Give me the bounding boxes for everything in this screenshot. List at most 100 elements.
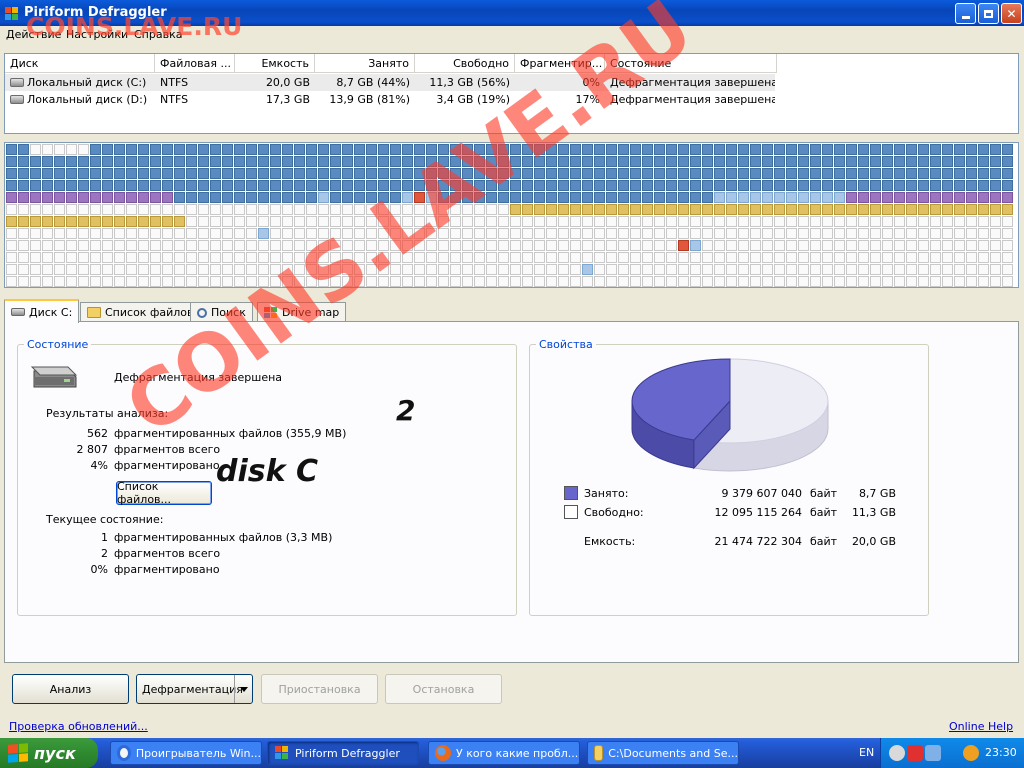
map-block bbox=[114, 216, 125, 227]
map-block bbox=[138, 252, 149, 263]
map-block bbox=[1002, 228, 1013, 239]
map-block bbox=[726, 144, 737, 155]
map-block bbox=[90, 204, 101, 215]
map-block bbox=[738, 252, 749, 263]
map-block bbox=[162, 252, 173, 263]
col-filesystem[interactable]: Файловая ... bbox=[155, 54, 235, 73]
map-block bbox=[978, 192, 989, 203]
task-label: C:\Documents and Se... bbox=[608, 746, 738, 760]
map-block bbox=[102, 276, 113, 287]
map-block bbox=[30, 180, 41, 191]
map-block bbox=[234, 240, 245, 251]
close-button[interactable]: ✕ bbox=[1001, 3, 1022, 24]
map-block bbox=[606, 240, 617, 251]
drive-row-d[interactable]: Локальный диск (D:) NTFS 17,3 GB 13,9 GB… bbox=[5, 91, 775, 108]
map-block bbox=[78, 204, 89, 215]
map-block bbox=[246, 180, 257, 191]
online-help-link[interactable]: Online Help bbox=[949, 720, 1013, 733]
col-disk[interactable]: Диск bbox=[5, 54, 155, 73]
antivirus-icon[interactable] bbox=[907, 745, 923, 761]
defrag-button[interactable]: Дефрагментация bbox=[136, 674, 253, 704]
tab-label: Список файлов bbox=[105, 306, 194, 319]
map-block bbox=[654, 180, 665, 191]
map-block bbox=[150, 168, 161, 179]
map-block bbox=[750, 180, 761, 191]
file-list-button[interactable]: Список файлов... bbox=[116, 480, 212, 506]
task-defraggler[interactable]: Piriform Defraggler bbox=[267, 741, 419, 765]
map-block bbox=[546, 228, 557, 239]
check-updates-link[interactable]: Проверка обновлений... bbox=[9, 720, 148, 733]
map-block bbox=[882, 228, 893, 239]
map-block bbox=[774, 276, 785, 287]
map-block bbox=[1002, 264, 1013, 275]
map-block bbox=[114, 252, 125, 263]
map-block bbox=[846, 204, 857, 215]
map-block bbox=[894, 216, 905, 227]
map-block bbox=[846, 240, 857, 251]
tab-file-list[interactable]: Список файлов bbox=[80, 302, 201, 322]
map-block bbox=[546, 192, 557, 203]
map-block bbox=[846, 264, 857, 275]
map-block bbox=[918, 168, 929, 179]
start-button[interactable]: пуск bbox=[0, 738, 98, 768]
map-block bbox=[354, 156, 365, 167]
map-block bbox=[918, 204, 929, 215]
map-block bbox=[234, 168, 245, 179]
col-free[interactable]: Свободно bbox=[415, 54, 515, 73]
col-capacity[interactable]: Емкость bbox=[235, 54, 315, 73]
analysis-value: 562 bbox=[87, 427, 108, 440]
map-block bbox=[54, 156, 65, 167]
map-block bbox=[666, 216, 677, 227]
map-block bbox=[150, 192, 161, 203]
map-block bbox=[762, 252, 773, 263]
map-block bbox=[522, 252, 533, 263]
maximize-button[interactable] bbox=[978, 3, 999, 24]
map-block bbox=[762, 216, 773, 227]
map-block bbox=[930, 144, 941, 155]
map-block bbox=[198, 168, 209, 179]
map-block bbox=[594, 276, 605, 287]
task-media-player[interactable]: Проигрыватель Win... bbox=[110, 741, 262, 765]
map-block bbox=[30, 144, 41, 155]
task-explorer[interactable]: C:\Documents and Se... bbox=[587, 741, 739, 765]
map-block bbox=[6, 156, 17, 167]
map-block bbox=[102, 180, 113, 191]
task-firefox[interactable]: У кого какие пробл... bbox=[428, 741, 580, 765]
pause-button[interactable]: Приостановка bbox=[261, 674, 378, 704]
map-block bbox=[642, 228, 653, 239]
back-arrow-icon[interactable] bbox=[889, 745, 905, 761]
map-block bbox=[714, 228, 725, 239]
map-block bbox=[714, 204, 725, 215]
map-block bbox=[702, 252, 713, 263]
map-block bbox=[702, 216, 713, 227]
col-used[interactable]: Занято bbox=[315, 54, 415, 73]
language-indicator[interactable]: EN bbox=[859, 746, 874, 759]
map-block bbox=[594, 240, 605, 251]
map-block bbox=[642, 216, 653, 227]
map-block bbox=[978, 276, 989, 287]
map-block bbox=[234, 216, 245, 227]
map-block bbox=[42, 252, 53, 263]
map-block bbox=[906, 180, 917, 191]
map-block bbox=[714, 216, 725, 227]
map-block bbox=[666, 192, 677, 203]
update-icon[interactable] bbox=[963, 745, 979, 761]
map-block bbox=[726, 276, 737, 287]
map-block bbox=[618, 204, 629, 215]
defrag-dropdown[interactable] bbox=[234, 675, 252, 703]
map-block bbox=[102, 144, 113, 155]
map-block bbox=[858, 216, 869, 227]
network-icon[interactable] bbox=[925, 745, 941, 761]
map-block bbox=[198, 156, 209, 167]
map-block bbox=[174, 204, 185, 215]
tab-disk-c[interactable]: Диск C: bbox=[4, 299, 80, 323]
map-block bbox=[282, 144, 293, 155]
map-block bbox=[834, 240, 845, 251]
map-block bbox=[6, 216, 17, 227]
used-color-swatch bbox=[564, 486, 578, 500]
stop-button[interactable]: Остановка bbox=[385, 674, 502, 704]
map-block bbox=[150, 144, 161, 155]
map-block bbox=[342, 192, 353, 203]
analyze-button[interactable]: Анализ bbox=[12, 674, 129, 704]
minimize-button[interactable] bbox=[955, 3, 976, 24]
